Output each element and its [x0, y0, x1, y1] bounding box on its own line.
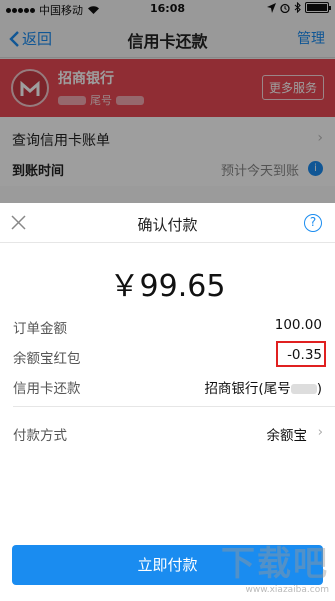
order-amount-value: 100.00 [274, 317, 322, 333]
card-repay-label: 信用卡还款 [13, 381, 81, 397]
masked-card-number [290, 384, 317, 394]
bonus-label: 余额宝红包 [13, 351, 81, 367]
watermark-url: www.xiazaiba.com [245, 585, 329, 595]
payment-amount: ￥99.65 [109, 269, 226, 304]
bonus-row: 余额宝红包 -0.35 [0, 341, 335, 373]
sheet-title: 确认付款 [137, 216, 198, 234]
payment-method-label: 付款方式 [13, 428, 67, 444]
help-icon[interactable]: ? [304, 214, 322, 232]
order-amount-row: 订单金额 100.00 [0, 317, 335, 343]
order-amount-label: 订单金额 [13, 321, 67, 337]
card-repay-row: 信用卡还款 招商银行(尾号) [0, 377, 335, 403]
card-repay-close: ) [316, 381, 322, 397]
card-repay-value: 招商银行(尾号) [204, 377, 322, 397]
sheet-header: 确认付款 ? [0, 203, 335, 243]
divider [13, 406, 335, 407]
highlight-box [276, 341, 326, 367]
watermark: 下载吧 www.xiazaiba.com [221, 536, 329, 595]
chevron-right-icon: › [317, 424, 323, 440]
payment-method-value: 余额宝 [266, 428, 308, 444]
payment-method-row[interactable]: 付款方式 余额宝 › [0, 424, 335, 450]
watermark-brand: 下载吧 [221, 544, 329, 584]
card-repay-bank: 招商银行(尾号 [204, 381, 291, 397]
